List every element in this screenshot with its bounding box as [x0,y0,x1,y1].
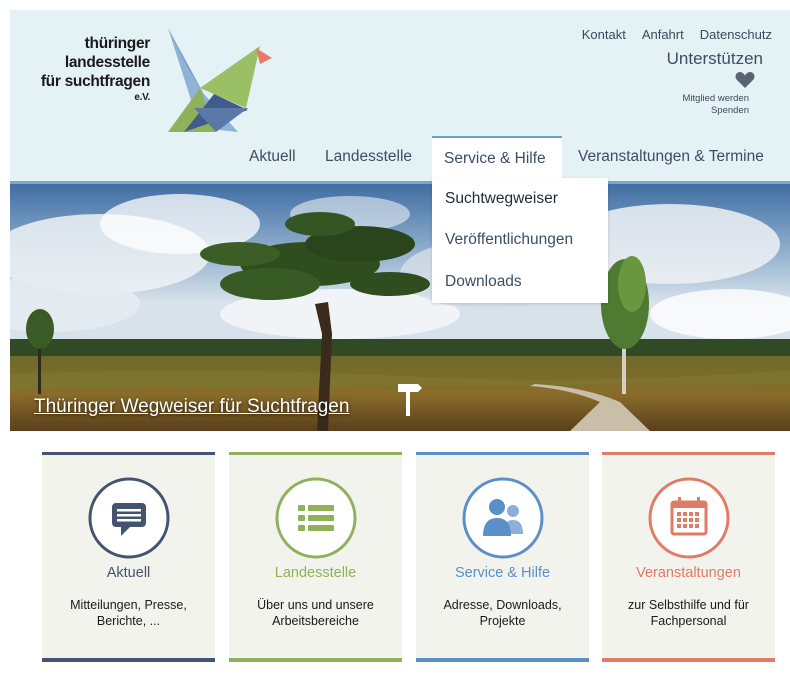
datenschutz-link[interactable]: Datenschutz [700,27,772,42]
logo-line: landesstelle [64,54,150,71]
card-landesstelle[interactable]: Landesstelle Über uns und unsere Arbeits… [229,452,402,662]
nav-item-aktuell[interactable]: Aktuell [249,136,296,182]
logo-line: für suchtfragen [40,73,150,90]
dropdown-item-downloads[interactable]: Downloads [445,273,522,291]
signpost-icon [398,384,422,416]
card-bottom-bar [416,658,589,662]
nav-item-veranstaltungen[interactable]: Veranstaltungen & Termine [578,136,764,182]
support-sublinks: Mitglied werden Spenden [682,93,749,117]
speech-bubble-icon [88,477,170,559]
card-top-bar [229,452,402,455]
card-top-bar [602,452,775,455]
card-title: Landesstelle [274,565,357,581]
heart-icon[interactable] [735,71,755,89]
calendar-icon [648,477,730,559]
card-description: zur Selbsthilfe und für Fachpersonal [628,598,749,628]
card-title: Veranstaltungen [636,565,741,581]
spenden-link[interactable]: Spenden [682,105,749,117]
logo-line: e.V. [134,92,150,103]
card-description: Über uns und unsere Arbeitsbereiche [257,598,374,628]
card-aktuell[interactable]: Aktuell Mitteilungen, Presse, Berichte, … [42,452,215,662]
card-veranstaltungen[interactable]: Veranstaltungen zur Selbsthilfe und für … [602,452,775,662]
anfahrt-link[interactable]: Anfahrt [642,27,684,42]
card-bottom-bar [229,658,402,662]
top-links: Kontakt Anfahrt Datenschutz [582,27,772,42]
nav-item-landesstelle[interactable]: Landesstelle [325,136,412,182]
nav-item-service-hilfe[interactable]: Service & Hilfe [432,136,562,182]
card-title: Service & Hilfe [454,565,551,581]
mitglied-werden-link[interactable]: Mitglied werden [682,93,749,105]
card-description: Mitteilungen, Presse, Berichte, ... [70,598,187,628]
people-icon [462,477,544,559]
dropdown-item-veroeffentlichungen[interactable]: Veröffentlichungen [445,231,573,249]
logo-text[interactable]: thüringer landesstelle für suchtfragen e… [22,34,150,105]
card-title: Aktuell [106,565,151,581]
list-icon [275,477,357,559]
kontakt-link[interactable]: Kontakt [582,27,626,42]
service-hilfe-dropdown: Suchtwegweiser Veröffentlichungen Downlo… [432,178,608,303]
card-bottom-bar [42,658,215,662]
logo-line: thüringer [84,35,151,52]
page: thüringer landesstelle für suchtfragen e… [0,0,790,679]
hero-banner: Thüringer Wegweiser für Suchtfragen [10,184,790,431]
card-bottom-bar [602,658,775,662]
hero-caption-link[interactable]: Thüringer Wegweiser für Suchtfragen [34,396,349,418]
bird-logo-icon[interactable] [160,28,272,136]
card-service-hilfe[interactable]: Service & Hilfe Adresse, Downloads, Proj… [416,452,589,662]
dropdown-item-suchtwegweiser[interactable]: Suchtwegweiser [445,190,558,208]
card-top-bar [416,452,589,455]
card-description: Adresse, Downloads, Projekte [443,598,562,628]
support-link[interactable]: Unterstützen [667,49,763,69]
card-top-bar [42,452,215,455]
